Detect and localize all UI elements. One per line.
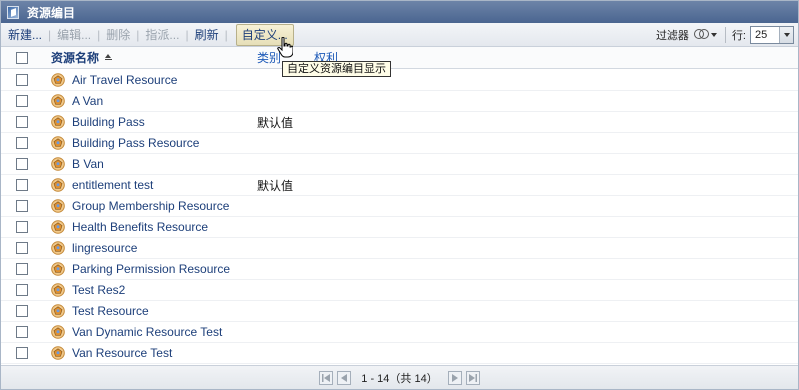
resource-icon <box>51 157 65 171</box>
table-row[interactable]: entitlement test 默认值 <box>1 175 798 196</box>
edit-button[interactable]: 编辑... <box>57 23 91 47</box>
toolbar-separator: | <box>185 27 189 42</box>
row-checkbox[interactable] <box>16 347 28 359</box>
select-all-checkbox[interactable] <box>16 51 28 64</box>
window-title: 资源编目 <box>27 5 76 20</box>
resource-icon <box>51 136 65 150</box>
hand-cursor-icon <box>277 37 293 58</box>
row-checkbox[interactable] <box>16 305 28 317</box>
previous-page-icon[interactable] <box>337 370 352 385</box>
row-checkbox[interactable] <box>16 221 28 233</box>
resource-icon <box>51 283 65 297</box>
row-checkbox[interactable] <box>16 200 28 212</box>
resource-name-link[interactable]: Van Dynamic Resource Test <box>72 325 222 339</box>
resource-name-link[interactable]: B Van <box>72 157 104 171</box>
customize-tooltip: 自定义资源编目显示 <box>282 61 391 77</box>
row-checkbox[interactable] <box>16 158 28 170</box>
resource-icon <box>51 115 65 129</box>
resource-type: 默认值 <box>257 115 294 130</box>
resource-icon <box>51 241 65 255</box>
resource-icon <box>51 94 65 108</box>
filter-icon[interactable] <box>693 27 717 43</box>
resource-icon <box>51 346 65 360</box>
resource-icon <box>51 178 65 192</box>
resource-icon <box>51 73 65 87</box>
resource-type: 默认值 <box>257 178 294 193</box>
resource-name-link[interactable]: entitlement test <box>72 178 153 192</box>
new-button[interactable]: 新建... <box>8 23 42 47</box>
table-row[interactable]: B Van <box>1 154 798 175</box>
rows-label: 行: <box>731 29 746 42</box>
resource-name-link[interactable]: Building Pass <box>72 115 145 129</box>
delete-button[interactable]: 删除 <box>106 23 130 47</box>
table-row[interactable]: Air Travel Resource <box>1 70 798 91</box>
column-header-name[interactable]: 资源名称 <box>51 49 99 66</box>
title-bar: 资源编目 <box>1 1 798 23</box>
table-row[interactable]: A Van <box>1 91 798 112</box>
table-row[interactable]: Van Resource Test <box>1 343 798 364</box>
table-row[interactable]: Parking Permission Resource <box>1 259 798 280</box>
assign-button[interactable]: 指派... <box>145 23 179 47</box>
rows-per-page-value: 25 <box>755 28 768 41</box>
toolbar-separator: | <box>136 27 140 42</box>
sort-ascending-icon[interactable] <box>105 54 113 61</box>
resource-icon <box>51 220 65 234</box>
toolbar-separator: | <box>97 27 101 42</box>
resource-name-link[interactable]: Parking Permission Resource <box>72 262 230 276</box>
pagination-bar: 1 - 14（共 14） <box>1 365 798 389</box>
toolbar-separator: | <box>224 27 228 42</box>
table-row[interactable]: Test Resource <box>1 301 798 322</box>
table-row[interactable]: Test Res2 <box>1 280 798 301</box>
resource-name-link[interactable]: Test Resource <box>72 304 149 318</box>
resource-name-link[interactable]: A Van <box>72 94 103 108</box>
row-checkbox[interactable] <box>16 242 28 254</box>
resource-name-link[interactable]: Building Pass Resource <box>72 136 199 150</box>
toolbar-divider <box>724 26 726 43</box>
table-header: 资源名称 类别 权利 <box>1 47 798 69</box>
table-row[interactable]: Building Pass Resource <box>1 133 798 154</box>
catalog-icon <box>7 5 19 19</box>
table-row[interactable]: lingresource <box>1 238 798 259</box>
row-checkbox[interactable] <box>16 95 28 107</box>
first-page-icon[interactable] <box>319 370 334 385</box>
row-checkbox[interactable] <box>16 284 28 296</box>
chevron-down-icon[interactable] <box>779 26 793 43</box>
row-checkbox[interactable] <box>16 179 28 191</box>
toolbar-separator: | <box>48 27 52 42</box>
row-checkbox[interactable] <box>16 326 28 338</box>
refresh-button[interactable]: 刷新 <box>195 23 219 47</box>
table-row[interactable]: Van Dynamic Resource Test <box>1 322 798 343</box>
last-page-icon[interactable] <box>465 370 480 385</box>
table-row[interactable]: Building Pass 默认值 <box>1 112 798 133</box>
row-checkbox[interactable] <box>16 116 28 128</box>
table-body: Air Travel Resource A Van Building Pass 默认值… <box>1 70 798 364</box>
resource-name-link[interactable]: Health Benefits Resource <box>72 220 208 234</box>
resource-name-link[interactable]: Group Membership Resource <box>72 199 229 213</box>
resource-icon <box>51 304 65 318</box>
row-checkbox[interactable] <box>16 263 28 275</box>
resource-name-link[interactable]: Test Res2 <box>72 283 125 297</box>
resource-icon <box>51 325 65 339</box>
table-row[interactable]: Group Membership Resource <box>1 196 798 217</box>
table-row[interactable]: Health Benefits Resource <box>1 217 798 238</box>
row-checkbox[interactable] <box>16 74 28 86</box>
toolbar: 新建... | 编辑... | 删除 | 指派... | 刷新 | 自定义...… <box>1 23 798 47</box>
resource-icon <box>51 262 65 276</box>
filter-label: 过滤器 <box>655 29 689 42</box>
resource-name-link[interactable]: Van Resource Test <box>72 346 172 360</box>
resource-icon <box>51 199 65 213</box>
resource-name-link[interactable]: Air Travel Resource <box>72 73 177 87</box>
resource-name-link[interactable]: lingresource <box>72 241 137 255</box>
row-checkbox[interactable] <box>16 137 28 149</box>
pagination-info: 1 - 14（共 14） <box>361 372 438 385</box>
resource-catalog-panel: 资源编目 新建... | 编辑... | 删除 | 指派... | 刷新 | 自… <box>0 0 799 390</box>
rows-per-page-select[interactable]: 25 <box>750 25 794 44</box>
next-page-icon[interactable] <box>447 370 462 385</box>
